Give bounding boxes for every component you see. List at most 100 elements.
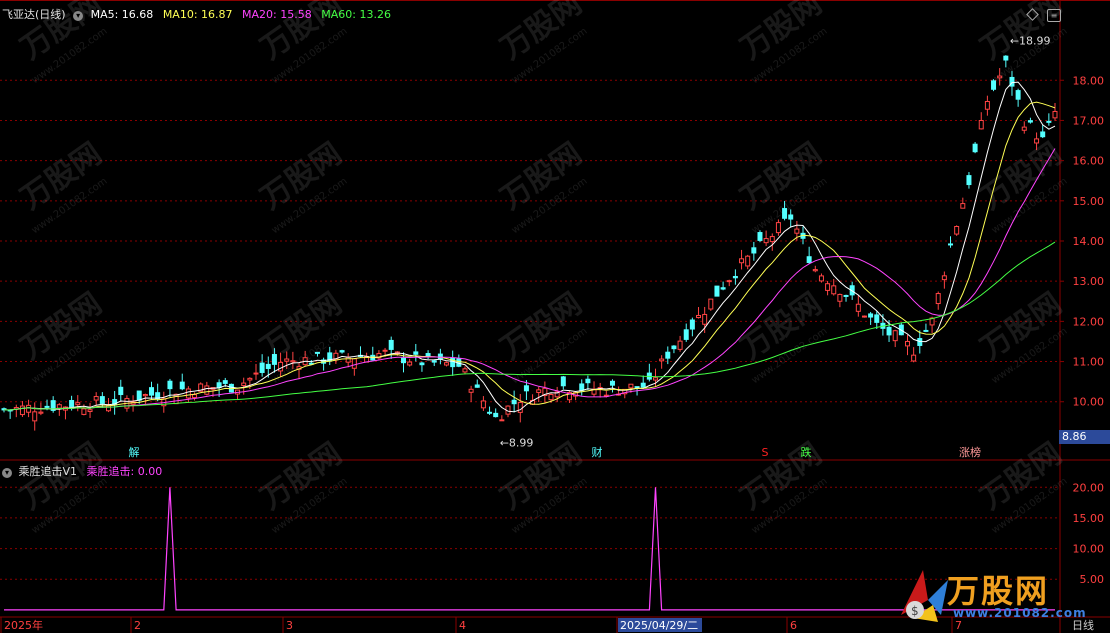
circle-chevron-icon[interactable]: ▾ <box>2 468 12 478</box>
candle-body[interactable] <box>271 354 277 365</box>
candle-body[interactable] <box>954 225 960 235</box>
event-marker[interactable]: 解 <box>129 445 140 459</box>
candle-body[interactable] <box>763 238 769 244</box>
candle-body[interactable] <box>794 228 800 234</box>
candle-body[interactable] <box>247 377 253 381</box>
candle-body[interactable] <box>960 203 966 209</box>
event-marker[interactable]: S <box>762 446 769 459</box>
candle-body[interactable] <box>745 255 751 267</box>
candle-body[interactable] <box>382 349 388 352</box>
candle-body[interactable] <box>105 404 111 412</box>
candle-body[interactable] <box>739 258 745 264</box>
candle-body[interactable] <box>997 75 1003 79</box>
candle-body[interactable] <box>511 399 517 405</box>
candle-body[interactable] <box>493 412 499 418</box>
candle-body[interactable] <box>284 358 290 362</box>
candle-body[interactable] <box>149 387 155 396</box>
candle-body[interactable] <box>935 293 941 305</box>
candle-body[interactable] <box>972 143 978 153</box>
candle-body[interactable] <box>216 382 222 389</box>
candle-body[interactable] <box>689 319 695 330</box>
candle-body[interactable] <box>560 376 566 387</box>
candle-body[interactable] <box>87 409 93 412</box>
candle-body[interactable] <box>401 357 407 364</box>
candle-body[interactable] <box>579 383 585 391</box>
candle-body[interactable] <box>173 393 179 405</box>
candle-body[interactable] <box>290 360 296 363</box>
candle-body[interactable] <box>843 294 849 297</box>
candle-body[interactable] <box>874 314 880 323</box>
candle-body[interactable] <box>136 390 142 401</box>
candle-body[interactable] <box>1027 120 1033 123</box>
stock-name[interactable]: 飞亚达(日线) <box>2 8 66 21</box>
candle-body[interactable] <box>923 329 929 332</box>
candle-body[interactable] <box>757 232 763 241</box>
candle-body[interactable] <box>904 340 910 347</box>
candle-body[interactable] <box>751 247 757 254</box>
candle-body[interactable] <box>652 377 658 381</box>
candle-body[interactable] <box>812 269 818 272</box>
candle-body[interactable] <box>628 383 634 389</box>
candle-body[interactable] <box>941 275 947 281</box>
candle-body[interactable] <box>702 313 708 325</box>
candle-body[interactable] <box>38 411 44 414</box>
candle-body[interactable] <box>683 329 689 340</box>
candle-body[interactable] <box>536 389 542 393</box>
candle-body[interactable] <box>468 388 474 393</box>
candle-body[interactable] <box>339 350 345 353</box>
candle-body[interactable] <box>19 405 25 416</box>
candle-body[interactable] <box>425 353 431 357</box>
candlestick-chart[interactable]: 万股网www.201082.com 万股网www.201082.com 万股网www… <box>0 0 1110 633</box>
candle-body[interactable] <box>345 356 351 363</box>
candle-body[interactable] <box>26 404 32 413</box>
candle-body[interactable] <box>444 362 450 366</box>
candle-body[interactable] <box>1021 126 1027 131</box>
candle-body[interactable] <box>81 408 87 415</box>
candle-body[interactable] <box>388 339 394 350</box>
candle-body[interactable] <box>984 100 990 110</box>
candle-body[interactable] <box>966 175 972 186</box>
candle-body[interactable] <box>659 358 665 362</box>
candle-body[interactable] <box>911 354 917 362</box>
candle-body[interactable] <box>222 380 228 384</box>
candle-body[interactable] <box>825 283 831 291</box>
candle-body[interactable] <box>640 382 646 388</box>
candle-body[interactable] <box>665 351 671 359</box>
candle-body[interactable] <box>474 384 480 388</box>
candle-body[interactable] <box>56 404 62 409</box>
candle-body[interactable] <box>585 378 591 384</box>
candle-body[interactable] <box>978 119 984 130</box>
candle-body[interactable] <box>948 243 954 246</box>
candle-body[interactable] <box>1046 120 1052 123</box>
candle-body[interactable] <box>788 214 794 220</box>
candle-body[interactable] <box>548 394 554 401</box>
candle-body[interactable] <box>1003 55 1009 61</box>
candle-body[interactable] <box>671 345 677 350</box>
candle-body[interactable] <box>431 360 437 363</box>
candle-body[interactable] <box>167 380 173 390</box>
candle-body[interactable] <box>241 382 247 387</box>
candle-body[interactable] <box>677 340 683 350</box>
circle-chevron-icon[interactable]: ▾ <box>73 11 84 21</box>
candle-body[interactable] <box>726 280 732 283</box>
candle-body[interactable] <box>179 381 185 390</box>
candle-body[interactable] <box>32 411 38 422</box>
candle-body[interactable] <box>204 385 210 395</box>
candle-body[interactable] <box>413 351 419 355</box>
candle-body[interactable] <box>1015 90 1021 100</box>
candle-body[interactable] <box>407 361 413 366</box>
candle-body[interactable] <box>609 380 615 386</box>
event-marker[interactable]: 财 <box>592 445 603 459</box>
candle-body[interactable] <box>314 351 320 354</box>
candle-body[interactable] <box>1040 131 1046 138</box>
candle-body[interactable] <box>185 388 191 399</box>
candle-body[interactable] <box>118 386 124 396</box>
candle-body[interactable] <box>634 386 640 389</box>
candle-body[interactable] <box>708 298 714 310</box>
candle-body[interactable] <box>868 313 874 318</box>
event-marker[interactable]: 涨榜 <box>959 445 981 459</box>
candle-body[interactable] <box>44 405 50 408</box>
candle-body[interactable] <box>861 315 867 318</box>
candle-body[interactable] <box>837 293 843 302</box>
candle-body[interactable] <box>278 361 284 372</box>
